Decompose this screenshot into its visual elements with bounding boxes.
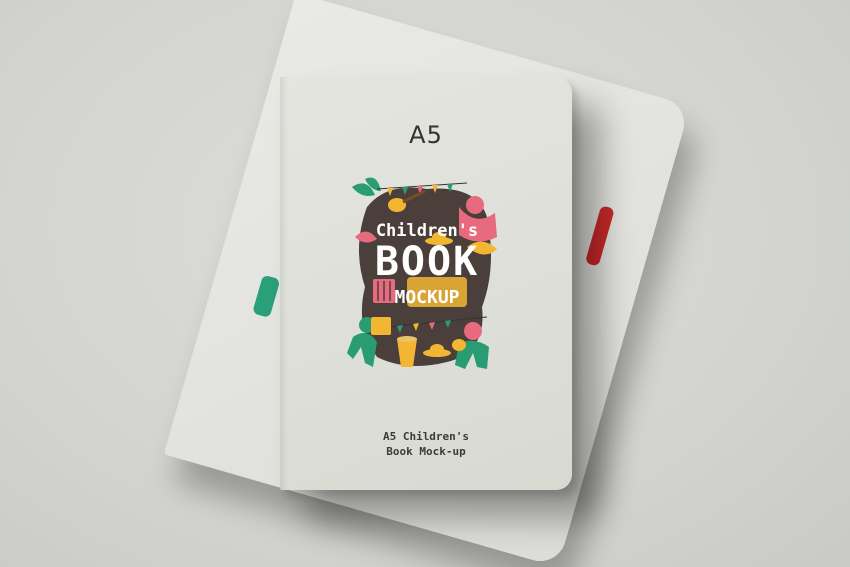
- art-title-line3: MOCKUP: [394, 287, 460, 308]
- size-label: A5: [409, 121, 443, 149]
- accordion-icon: [371, 317, 391, 335]
- subtitle-line2: Book Mock-up: [386, 445, 466, 458]
- front-book: A5 Children's BOOK MOCKUP A5 Children's …: [280, 77, 572, 490]
- subtitle-line1: A5 Children's: [382, 430, 470, 443]
- guitar-icon: [452, 339, 466, 351]
- leaf-icon: [352, 177, 381, 196]
- art-title-line1: Children's: [375, 221, 479, 241]
- cover-subtitle: A5 Children's Book Mock-up: [280, 429, 572, 459]
- mockup-scene: A5 Children's BOOK MOCKUP A5 Children's …: [0, 0, 850, 567]
- cover-illustration: Children's BOOK MOCKUP: [347, 177, 507, 377]
- art-title-line2: BOOK: [374, 239, 480, 285]
